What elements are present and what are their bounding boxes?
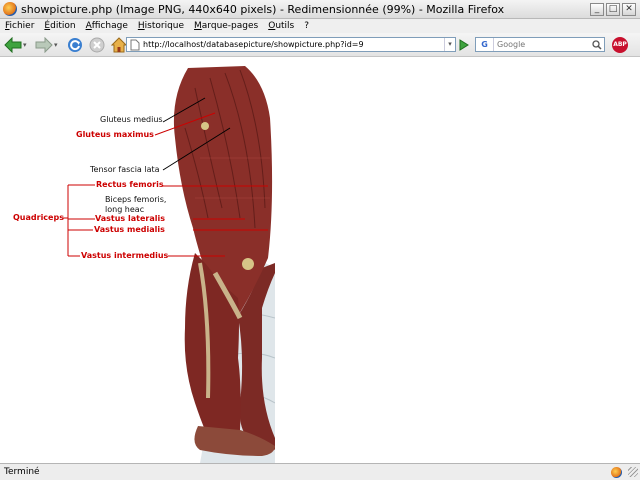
navigation-toolbar: ▾ ▾ http://localhost/databasepicture/sho… [0,33,640,57]
search-button[interactable] [590,38,604,51]
window-title: showpicture.php (Image PNG, 440x640 pixe… [21,2,505,16]
forward-button[interactable] [35,36,53,54]
status-text: Terminé [4,467,40,477]
back-arrow-icon [4,36,22,53]
stop-icon [89,37,105,52]
label-gluteus-medius: Gluteus medius [100,115,163,124]
forward-arrow-icon [35,36,53,53]
url-text[interactable]: http://localhost/databasepicture/showpic… [143,40,444,49]
close-button[interactable]: ✕ [622,2,636,16]
thigh-muscles [173,66,273,316]
home-icon [111,36,127,52]
resize-grip[interactable] [628,467,638,477]
menu-edition[interactable]: Édition [39,21,80,31]
menu-affichage[interactable]: Affichage [81,21,133,31]
label-vastus-lateralis: Vastus lateralis [95,214,165,223]
label-quadriceps: Quadriceps [13,213,64,222]
menu-fichier[interactable]: Fichier [0,21,39,31]
label-rectus-femoris: Rectus femoris [96,180,164,189]
label-vastus-medialis: Vastus medialis [94,225,165,234]
window-titlebar: showpicture.php (Image PNG, 440x640 pixe… [0,0,640,19]
page-content: Gluteus medius Gluteus maximus Tensor fa… [0,58,640,463]
menu-historique[interactable]: Historique [133,21,189,31]
back-history-dropdown[interactable]: ▾ [23,41,31,49]
label-biceps-femoris-line2: long heac [105,205,145,214]
adblock-button[interactable]: ABP [612,37,628,53]
label-gluteus-maximus: Gluteus maximus [76,130,154,139]
reload-button[interactable] [66,36,84,54]
forward-history-dropdown[interactable]: ▾ [54,41,62,49]
minimize-button[interactable]: _ [590,2,604,16]
firefox-icon [3,2,17,16]
menu-outils[interactable]: Outils [263,21,299,31]
search-engine-selector[interactable]: G [476,38,494,51]
firefox-status-icon[interactable] [611,466,622,478]
label-biceps-femoris: Biceps femoris, [105,195,167,204]
go-button[interactable] [457,37,471,52]
maximize-button[interactable]: □ [606,2,620,16]
search-bar[interactable]: G [475,37,605,52]
status-bar: Terminé [0,463,640,480]
search-input[interactable] [494,40,584,49]
menu-help[interactable]: ? [299,21,314,31]
back-button[interactable] [4,36,22,54]
magnifier-icon [592,39,602,50]
stop-button[interactable] [88,36,106,54]
page-icon [130,39,140,50]
menu-marque-pages[interactable]: Marque-pages [189,21,263,31]
reload-icon [68,37,82,52]
address-bar[interactable]: http://localhost/databasepicture/showpic… [126,37,456,52]
go-arrow-icon [459,38,469,51]
label-tensor-fascia-lata: Tensor fascia lata [90,165,160,174]
label-vastus-intermedius: Vastus intermedius [81,251,169,260]
url-history-dropdown[interactable]: ▾ [444,38,455,51]
menu-bar: Fichier Édition Affichage Historique Mar… [0,19,640,33]
